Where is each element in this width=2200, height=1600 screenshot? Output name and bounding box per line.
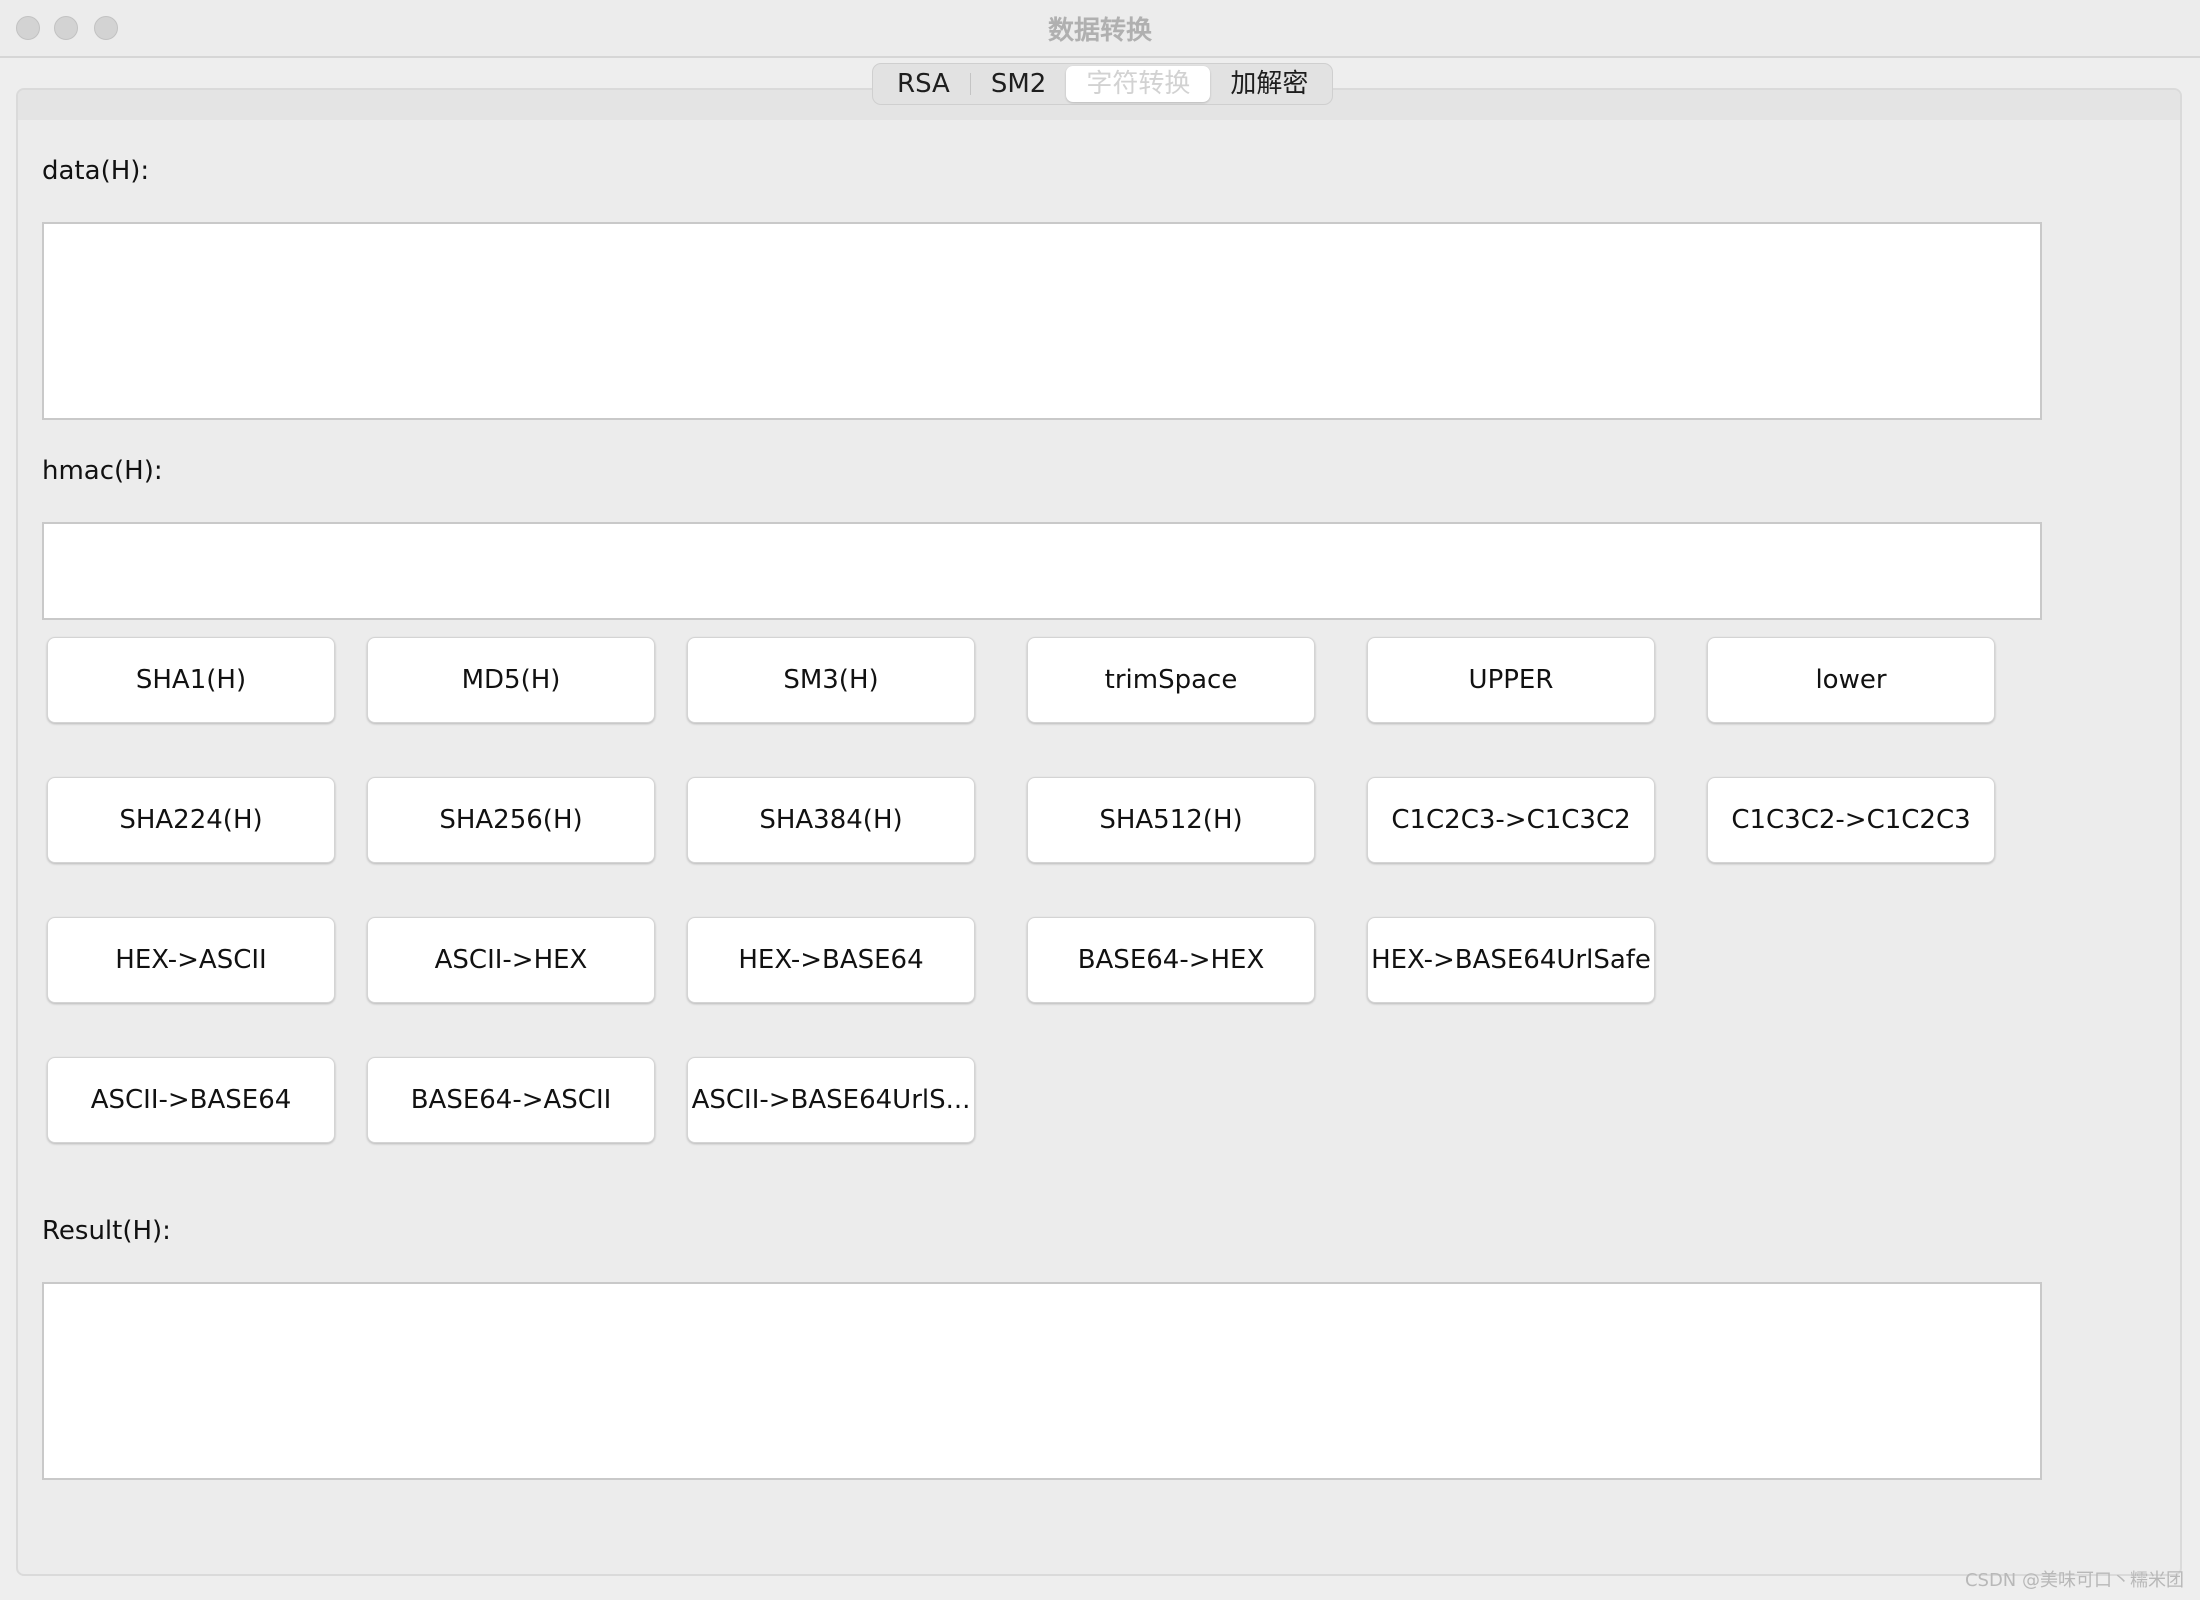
hmac-label: hmac(H): — [42, 456, 163, 486]
hmac-input[interactable] — [42, 522, 2042, 620]
result-textarea[interactable] — [42, 1282, 2042, 1480]
app-window: 数据转换 RSA SM2 字符转换 加解密 data(H): hmac(H): … — [0, 0, 2200, 1600]
md5-button[interactable]: MD5(H) — [367, 637, 655, 723]
c1c2c3-to-c1c3c2-button[interactable]: C1C2C3->C1C3C2 — [1367, 777, 1655, 863]
result-label: Result(H): — [42, 1216, 171, 1246]
hex-to-base64-urlsafe-button[interactable]: HEX->BASE64UrlSafe — [1367, 917, 1655, 1003]
sha1-button[interactable]: SHA1(H) — [47, 637, 335, 723]
tab-bar: RSA SM2 字符转换 加解密 — [872, 63, 1334, 105]
upper-button[interactable]: UPPER — [1367, 637, 1655, 723]
ascii-to-hex-button[interactable]: ASCII->HEX — [367, 917, 655, 1003]
tab-rsa[interactable]: RSA — [877, 66, 970, 102]
hex-to-base64-button[interactable]: HEX->BASE64 — [687, 917, 975, 1003]
lower-button[interactable]: lower — [1707, 637, 1995, 723]
data-label: data(H): — [42, 156, 150, 186]
ascii-to-base64-button[interactable]: ASCII->BASE64 — [47, 1057, 335, 1143]
title-bar: 数据转换 — [0, 0, 2200, 58]
sha384-button[interactable]: SHA384(H) — [687, 777, 975, 863]
tab-char-convert[interactable]: 字符转换 — [1066, 66, 1211, 102]
c1c3c2-to-c1c2c3-button[interactable]: C1C3C2->C1C2C3 — [1707, 777, 1995, 863]
sha256-button[interactable]: SHA256(H) — [367, 777, 655, 863]
hex-to-ascii-button[interactable]: HEX->ASCII — [47, 917, 335, 1003]
watermark: CSDN @美味可口丶糯米团 — [1964, 1570, 2184, 1591]
data-textarea[interactable] — [42, 222, 2042, 420]
window-title: 数据转换 — [1047, 16, 1152, 46]
sha512-button[interactable]: SHA512(H) — [1027, 777, 1315, 863]
base64-to-ascii-button[interactable]: BASE64->ASCII — [367, 1057, 655, 1143]
sm3-button[interactable]: SM3(H) — [687, 637, 975, 723]
ascii-to-base64-urlsafe-button[interactable]: ASCII->BASE64UrlS... — [687, 1057, 975, 1143]
base64-to-hex-button[interactable]: BASE64->HEX — [1027, 917, 1315, 1003]
tab-encrypt-decrypt[interactable]: 加解密 — [1210, 66, 1328, 102]
sha224-button[interactable]: SHA224(H) — [47, 777, 335, 863]
tab-sm2[interactable]: SM2 — [971, 66, 1066, 102]
trim-space-button[interactable]: trimSpace — [1027, 637, 1315, 723]
